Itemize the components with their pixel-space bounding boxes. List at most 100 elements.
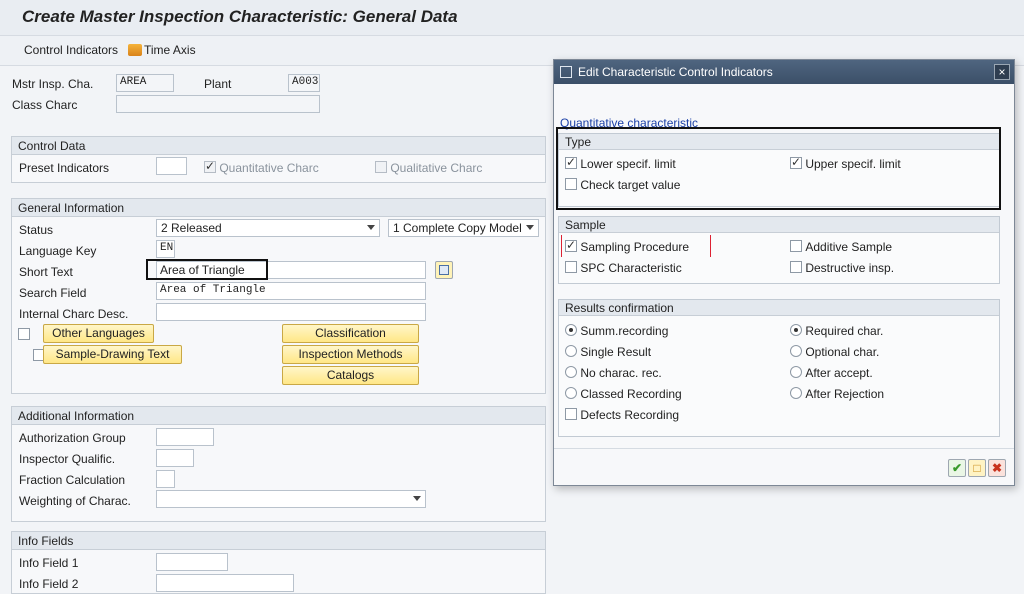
after-rejection-dot	[790, 387, 802, 399]
cancel-x-icon[interactable]: ✖	[988, 459, 1006, 477]
language-key-field[interactable]: EN	[156, 240, 175, 258]
info-field-2-input[interactable]	[156, 574, 294, 592]
classed-recording-dot	[565, 387, 577, 399]
status-dropdown[interactable]: 2 Released	[156, 219, 380, 237]
upper-limit-check	[790, 155, 802, 169]
sample-drawing-text-button[interactable]: Sample-Drawing Text	[43, 345, 182, 364]
search-field-input[interactable]: Area of Triangle	[156, 282, 426, 300]
authorization-group-field[interactable]	[156, 428, 214, 446]
qualitative-charc-label: Qualitative Charc	[390, 161, 483, 175]
upper-limit-label: Upper specif. limit	[805, 157, 901, 171]
classed-recording-radio[interactable]: Classed Recording	[565, 387, 682, 402]
time-axis-button[interactable]: Time Axis	[128, 43, 196, 57]
destructive-insp-checkbox[interactable]: Destructive insp.	[790, 261, 894, 276]
single-result-radio[interactable]: Single Result	[565, 345, 651, 360]
qualitative-charc-check	[375, 161, 387, 173]
info-field-1-input[interactable]	[156, 553, 228, 571]
results-confirmation-header: Results confirmation	[559, 300, 999, 316]
required-char-label: Required char.	[805, 324, 884, 338]
mstr-insp-cha-field[interactable]: AREA	[116, 74, 174, 92]
upper-specif-limit-checkbox[interactable]: Upper specif. limit	[790, 155, 901, 172]
required-char-radio[interactable]: Required char.	[790, 324, 883, 339]
additive-sample-checkbox[interactable]: Additive Sample	[790, 240, 892, 255]
dialog-edit-icon	[560, 66, 572, 78]
control-data-header: Control Data	[12, 137, 545, 155]
summ-recording-radio[interactable]: Summ.recording	[565, 324, 668, 339]
check-target-value-checkbox[interactable]: Check target value	[565, 178, 680, 193]
spc-characteristic-checkbox[interactable]: SPC Characteristic	[565, 261, 682, 276]
info-field-1-label: Info Field 1	[19, 556, 79, 570]
defects-recording-label: Defects Recording	[580, 408, 680, 422]
inspector-qualific-field[interactable]	[156, 449, 194, 467]
classed-recording-label: Classed Recording	[580, 387, 682, 401]
weighting-of-charac-label: Weighting of Charac.	[19, 494, 131, 508]
single-result-label: Single Result	[580, 345, 652, 359]
dialog-title-bar: Edit Characteristic Control Indicators ×	[554, 60, 1014, 84]
summ-recording-label: Summ.recording	[580, 324, 669, 338]
mstr-insp-cha-label: Mstr Insp. Cha.	[12, 77, 94, 91]
internal-charc-desc-field[interactable]	[156, 303, 426, 321]
fraction-calculation-field[interactable]	[156, 470, 175, 488]
status-value: 2 Released	[161, 221, 222, 235]
defects-recording-checkbox[interactable]: Defects Recording	[565, 408, 679, 423]
destructive-insp-check	[790, 261, 802, 273]
confirm-check-icon[interactable]: ✔	[948, 459, 966, 477]
internal-charc-desc-label: Internal Charc Desc.	[19, 307, 129, 321]
classification-button[interactable]: Classification	[282, 324, 419, 343]
after-accept-label: After accept.	[805, 366, 873, 380]
additional-information-header: Additional Information	[12, 407, 545, 425]
after-rejection-radio[interactable]: After Rejection	[790, 387, 884, 402]
close-icon[interactable]: ×	[994, 64, 1010, 80]
time-axis-icon	[128, 44, 142, 56]
save-continue-icon[interactable]: □	[968, 459, 986, 477]
other-languages-checkbox[interactable]	[18, 328, 30, 340]
info-fields-header: Info Fields	[12, 532, 545, 550]
edit-long-text-button[interactable]	[435, 261, 453, 279]
no-charac-rec-radio[interactable]: No charac. rec.	[565, 366, 662, 381]
lower-limit-label: Lower specif. limit	[580, 157, 676, 171]
plant-field[interactable]: A003	[288, 74, 320, 92]
window-title-bar: Create Master Inspection Characteristic:…	[0, 0, 1024, 36]
inspector-qualific-label: Inspector Qualific.	[19, 452, 116, 466]
copy-model-value: 1 Complete Copy Model	[393, 221, 522, 235]
control-indicators-button[interactable]: Control Indicators	[24, 43, 118, 57]
catalogs-button[interactable]: Catalogs	[282, 366, 419, 385]
sample-header: Sample	[559, 217, 999, 233]
quantitative-charc-check	[204, 159, 216, 173]
qualitative-charc-checkbox[interactable]: Qualitative Charc	[375, 161, 482, 176]
weighting-dropdown[interactable]	[156, 490, 426, 508]
authorization-group-label: Authorization Group	[19, 431, 126, 445]
time-axis-label: Time Axis	[144, 43, 196, 57]
required-char-dot	[790, 324, 802, 336]
destructive-insp-label: Destructive insp.	[805, 261, 895, 275]
optional-char-dot	[790, 345, 802, 357]
additive-sample-check	[790, 240, 802, 252]
class-charc-field[interactable]	[116, 95, 320, 113]
additive-sample-label: Additive Sample	[805, 240, 893, 254]
dialog-title: Edit Characteristic Control Indicators	[578, 65, 773, 79]
short-text-highlight	[146, 259, 268, 280]
search-field-label: Search Field	[19, 286, 87, 300]
copy-model-dropdown[interactable]: 1 Complete Copy Model	[388, 219, 539, 237]
lower-specif-limit-checkbox[interactable]: Lower specif. limit	[565, 155, 676, 172]
spc-characteristic-label: SPC Characteristic	[580, 261, 682, 275]
general-information-header: General Information	[12, 199, 545, 217]
summ-recording-dot	[565, 324, 577, 336]
short-text-label: Short Text	[19, 265, 73, 279]
check-target-check	[565, 178, 577, 190]
fraction-calculation-label: Fraction Calculation	[19, 473, 126, 487]
after-accept-dot	[790, 366, 802, 378]
preset-indicators-label: Preset Indicators	[19, 161, 110, 175]
info-field-2-label: Info Field 2	[19, 577, 79, 591]
optional-char-radio[interactable]: Optional char.	[790, 345, 879, 360]
chevron-down-icon	[413, 496, 421, 501]
quantitative-charc-checkbox[interactable]: Quantitative Charc	[204, 159, 319, 176]
check-target-label: Check target value	[580, 178, 681, 192]
lower-limit-check	[565, 155, 577, 169]
dialog-footer-divider	[554, 448, 1014, 449]
preset-indicators-field[interactable]	[156, 157, 187, 175]
after-accept-radio[interactable]: After accept.	[790, 366, 873, 381]
inspection-methods-button[interactable]: Inspection Methods	[282, 345, 419, 364]
optional-char-label: Optional char.	[805, 345, 880, 359]
other-languages-button[interactable]: Other Languages	[43, 324, 154, 343]
